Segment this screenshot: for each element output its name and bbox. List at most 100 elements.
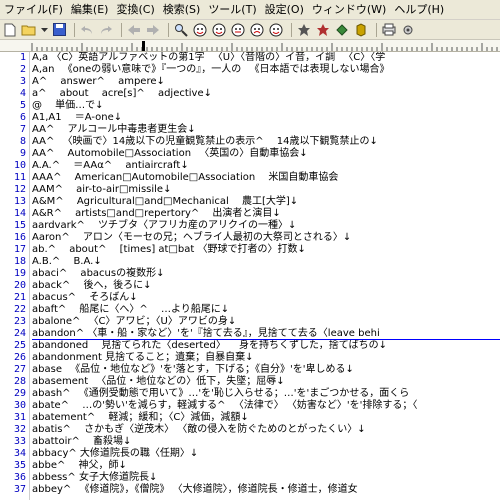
toolbar-separator [74,22,75,37]
editor-line[interactable]: A^ answer^ ampere↓ [32,76,165,88]
toolbar-separator [168,22,169,37]
editor-line[interactable]: A.A.^ ＝AAα^ antiaircraft↓ [32,160,189,172]
ruler-cursor-marker [142,41,145,51]
find-icon[interactable] [173,22,189,38]
editor-line[interactable]: aback^ 後へ，後ろに↓ [32,280,152,292]
back-icon[interactable] [126,22,142,38]
menu-item-7[interactable]: ヘルプ(H) [390,0,448,20]
line-number: 2 [19,64,26,75]
toolbar-separator [291,22,292,37]
line-number: 27 [13,364,26,375]
open-folder-icon[interactable] [21,22,37,38]
forward-icon[interactable] [145,22,161,38]
grep-icon[interactable] [268,22,284,38]
editor-line[interactable]: a^ about acre[s]^ adjective↓ [32,88,212,100]
editor-line[interactable]: A1,A1 ＝A-one↓ [32,112,122,124]
editor-line[interactable]: abatis^ さかもぎ〈逆茂木〉 〈敵の侵入を防ぐためのとがったくい〉↓ [32,424,366,436]
dropdown-icon[interactable] [40,22,48,38]
editor-line[interactable]: ab.^ about^ [times] at□bat 〈野球で打者の〉打数↓ [32,244,306,256]
line-number: 33 [13,436,26,447]
line-number: 20 [13,280,26,291]
menu-item-5[interactable]: 設定(O) [261,0,308,20]
editor-line[interactable]: A&R^ artists□and□repertory^ 出演者と演目↓ [32,208,281,220]
compare-icon[interactable] [315,22,331,38]
line-number: 6 [19,112,26,123]
line-number: 34 [13,448,26,459]
editor-line[interactable]: abash^ 《通例受動態で用いて》…'を'恥じ入らせる；…'を'まごつかせる，… [32,388,409,400]
line-number: 28 [13,376,26,387]
editor-line[interactable]: abaft^ 船尾に〈へ〉^ …より船尾に↓ [32,304,229,316]
line-number: 17 [13,244,26,255]
line-number: 11 [13,172,26,183]
editor-line[interactable]: abattoir^ 畜殺場↓ [32,436,131,448]
save-icon[interactable] [51,22,67,38]
line-number: 19 [13,268,26,279]
line-number: 26 [13,352,26,363]
toolbar-separator [121,22,122,37]
line-number: 21 [13,292,26,303]
line-number: 18 [13,256,26,267]
editor-line[interactable]: A.B.^ B.A.↓ [32,256,102,268]
ruler-ticks [31,41,498,51]
undo-icon[interactable] [79,22,95,38]
line-number: 7 [19,124,26,135]
menu-item-0[interactable]: ファイル(F) [0,0,67,20]
line-number: 24 [13,328,26,339]
editor-line[interactable]: abacus^ そろばん↓ [32,292,138,304]
new-file-icon[interactable] [2,22,18,38]
editor-line[interactable]: AA^ アルコール中毒患者更生会↓ [32,124,196,136]
find-prev-icon[interactable] [211,22,227,38]
line-number: 32 [13,424,26,435]
line-number: 15 [13,220,26,231]
editor-line[interactable]: abandonment 見捨てること；遺棄；自暴自棄↓ [32,352,253,364]
menu-item-4[interactable]: ツール(T) [204,0,260,20]
editor-line[interactable]: A&M^ Agricultural□and□Mechanical 農工[大学]↓ [32,196,298,208]
bookmark-icon[interactable] [334,22,350,38]
line-number: 5 [19,100,26,111]
editor-pane[interactable]: 1 2 3 4 5 6 7 8 9 10 11 12 13 14 15 16 17 18 19 20 21 22 23 24 2… [0,52,500,500]
editor-line[interactable]: abbacy^ 大修道院長の職〈任期〉↓ [32,448,198,460]
editor-line[interactable]: @ 単価…で↓ [32,100,104,112]
ruler [0,40,500,52]
line-number: 4 [19,88,26,99]
editor-line[interactable]: AAM^ air-to-air□missile↓ [32,184,171,196]
editor-line[interactable]: abbey^ 《修道院》，《僧院》 〈大修道院〉，修道院長・修道士，修道女 [32,484,358,496]
editor-line[interactable]: abaci^ abacusの複数形↓ [32,268,164,280]
tag-jump-icon[interactable] [296,22,312,38]
line-number: 31 [13,412,26,423]
replace-icon[interactable] [230,22,246,38]
highlight-icon[interactable] [249,22,265,38]
line-number: 29 [13,388,26,399]
redo-icon[interactable] [98,22,114,38]
editor-line[interactable]: Aaron^ アロン〈モーセの兄；ヘブライ人最初の大祭司とされる〉↓ [32,232,351,244]
current-line-underline [32,339,500,340]
editor-line[interactable]: abandoned 見捨てられた〈deserted〉 身を持ちくずした，捨てばち… [32,340,387,352]
editor-line[interactable]: AAA^ American□Automobile□Association 米国自… [32,172,338,184]
line-number: 3 [19,76,26,87]
print-icon[interactable] [381,22,397,38]
editor-line[interactable]: A,a 〈C〉英語アルファベットの第1字 〈U〉〈音階の〉イ音，イ調 〈C〉〈学 [32,52,385,64]
editor-line[interactable]: abbess^ 女子大修道院長↓ [32,472,157,484]
editor-line[interactable]: abase 《品位・地位など》'を'落とす，下げる；《自分》'を'卑しめる↓ [32,364,354,376]
editor-line[interactable]: abatement^ 軽減；緩和；〈C〉減価，減額↓ [32,412,249,424]
editor-line[interactable]: A,an 《oneの弱い意味で》『一つの』，一人の 《日本語では表現しない場合》 [32,64,389,76]
menu-item-2[interactable]: 変換(C) [112,0,158,20]
editor-line[interactable]: AA^ 〈映画で〉14歳以下の児童観覧禁止の表示^ 14歳以下観覧禁止の↓ [32,136,378,148]
settings-icon[interactable] [400,22,416,38]
line-number: 36 [13,472,26,483]
toolbar [0,20,500,40]
line-number: 13 [13,196,26,207]
sort-icon[interactable] [353,22,369,38]
editor-line[interactable]: AA^ Automobile□Association 〈英国の〉自動車協会↓ [32,148,308,160]
find-next-icon[interactable] [192,22,208,38]
editor-line[interactable]: abate^ …の'勢い'を減らす，軽減する^ 〈法律で〉 〈妨害など〉'を'排… [32,400,417,412]
editor-line[interactable]: aardvark^ ツチブタ〈アフリカ産のアリクイの一種〉↓ [32,220,296,232]
editor-line[interactable]: abbe^ 神父，師↓ [32,460,127,472]
line-number: 16 [13,232,26,243]
editor-line[interactable]: abasement 〈品位・地位などの〉低下，失墜；屈辱↓ [32,376,285,388]
line-number: 23 [13,316,26,327]
menu-item-6[interactable]: ウィンドウ(W) [308,0,390,20]
editor-line[interactable]: abalone^ 〈C〉アワビ；〈U〉アワビの身↓ [32,316,236,328]
menu-item-3[interactable]: 検索(S) [159,0,205,20]
menu-item-1[interactable]: 編集(E) [67,0,113,20]
